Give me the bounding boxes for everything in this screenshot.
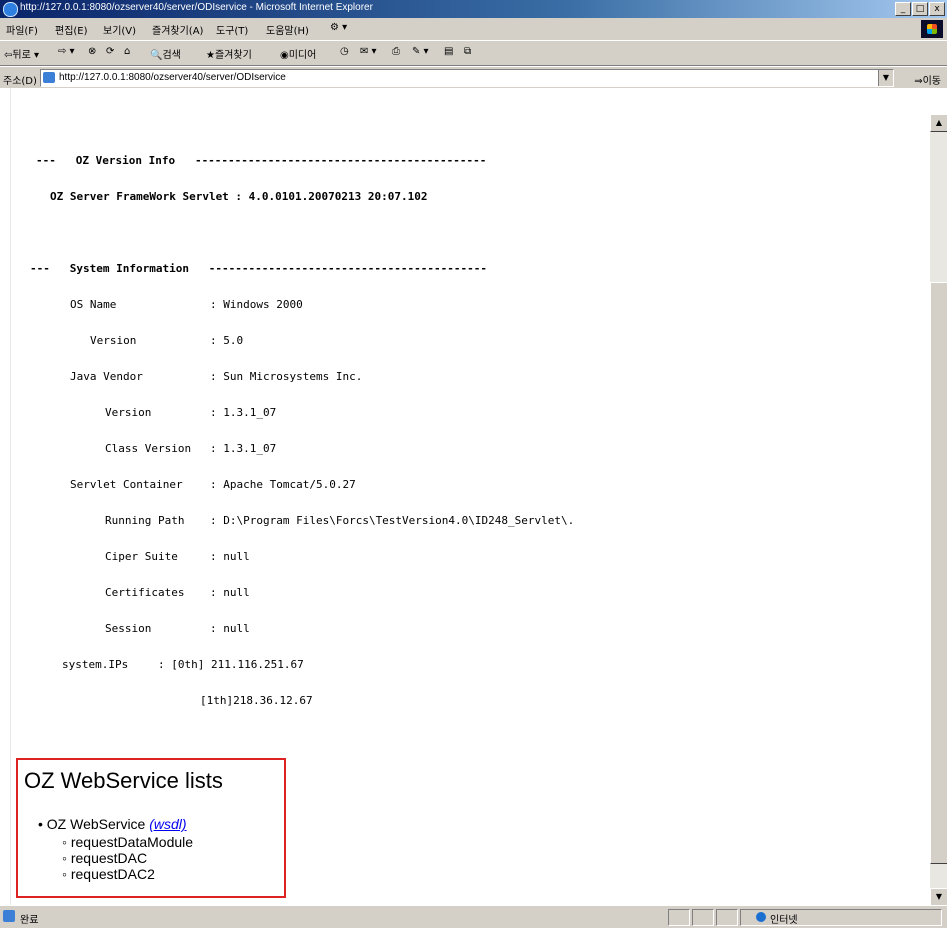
menu-file[interactable]: 파일(F) bbox=[6, 22, 38, 37]
sys-label-certificates: Certificates bbox=[105, 586, 185, 599]
title-bar: http://127.0.0.1:8080/ozserver40/server/… bbox=[0, 0, 947, 18]
bullet-circle-icon: ◦ bbox=[62, 850, 71, 866]
refresh-icon[interactable]: ⟳ bbox=[106, 46, 114, 57]
sys-value-ip-0: : [0th] 211.116.251.67 bbox=[158, 658, 304, 671]
status-text: 완료 bbox=[20, 915, 39, 926]
webservice-list-title: OZ WebService lists bbox=[24, 768, 223, 793]
discuss-icon[interactable]: ▤ bbox=[444, 46, 453, 57]
messenger-icon[interactable]: ⧉ bbox=[464, 46, 471, 57]
address-label: 주소(D) bbox=[3, 76, 37, 87]
favorites-button[interactable]: ★즐겨찾기 bbox=[206, 46, 252, 61]
sys-label-ips: system.IPs bbox=[62, 658, 129, 671]
minimize-button[interactable]: _ bbox=[895, 2, 911, 16]
toolbar-extra-icon[interactable]: ⚙ ▾ bbox=[330, 22, 347, 33]
address-bar: 주소(D) http://127.0.0.1:8080/ozserver40/s… bbox=[0, 66, 947, 90]
wsdl-link[interactable]: (wsdl) bbox=[149, 816, 186, 832]
status-pane bbox=[692, 909, 714, 926]
sys-label-os-version: Version bbox=[90, 334, 137, 347]
media-button[interactable]: ◉미디어 bbox=[280, 46, 316, 61]
vertical-scrollbar[interactable]: ▲ ▼ bbox=[930, 114, 947, 906]
method-item-request-dac2: ◦ requestDAC2 bbox=[62, 866, 155, 882]
sys-label-java-version: Version bbox=[105, 406, 152, 419]
address-url[interactable]: http://127.0.0.1:8080/ozserver40/server/… bbox=[59, 72, 286, 83]
home-icon[interactable]: ⌂ bbox=[124, 46, 130, 57]
maximize-button[interactable]: □ bbox=[912, 2, 928, 16]
print-icon[interactable]: ⎙ bbox=[392, 46, 400, 57]
window-controls: _ □ x bbox=[895, 2, 945, 16]
sys-value-session: : null bbox=[210, 622, 250, 635]
scroll-thumb[interactable] bbox=[930, 282, 947, 864]
back-button[interactable]: ⇦뒤로 ▾ bbox=[4, 46, 39, 61]
mail-icon[interactable]: ✉ ▾ bbox=[360, 46, 377, 57]
history-icon[interactable]: ◷ bbox=[340, 46, 349, 57]
address-dropdown-icon[interactable]: ▼ bbox=[878, 70, 893, 86]
edit-icon[interactable]: ✎ ▾ bbox=[412, 46, 429, 57]
version-info-header: --- OZ Version Info --------------------… bbox=[36, 154, 487, 167]
webservice-item: • OZ WebService (wsdl) bbox=[38, 816, 187, 832]
status-pane bbox=[716, 909, 738, 926]
sys-value-os-version: : 5.0 bbox=[210, 334, 244, 347]
method-item-request-dac: ◦ requestDAC bbox=[62, 850, 148, 866]
sys-label-session: Session bbox=[105, 622, 152, 635]
bullet-circle-icon: ◦ bbox=[62, 834, 71, 850]
go-button[interactable]: ⇒이동 bbox=[914, 72, 941, 87]
system-info-header: --- System Information -----------------… bbox=[30, 262, 487, 275]
status-bar: 완료 인터넷 bbox=[0, 905, 947, 928]
sys-value-ip-1: [1th]218.36.12.67 bbox=[200, 694, 313, 707]
sys-label-os-name: OS Name bbox=[70, 298, 117, 311]
stop-icon[interactable]: ⊗ bbox=[88, 46, 96, 57]
sys-label-ciper-suite: Ciper Suite bbox=[105, 550, 178, 563]
address-input[interactable]: http://127.0.0.1:8080/ozserver40/server/… bbox=[40, 69, 894, 87]
content-top-margin bbox=[0, 88, 947, 114]
content-left-margin bbox=[0, 88, 11, 905]
internet-zone-icon bbox=[756, 912, 766, 922]
scroll-down-arrow-icon[interactable]: ▼ bbox=[930, 888, 947, 906]
status-pane bbox=[668, 909, 690, 926]
menu-edit[interactable]: 편집(E) bbox=[55, 22, 88, 37]
sys-label-servlet-container: Servlet Container bbox=[70, 478, 183, 491]
toolbar: ⇦뒤로 ▾ ⇨ ▾ ⊗ ⟳ ⌂ 🔍검색 ★즐겨찾기 ◉미디어 ◷ ✉ ▾ ⎙ ✎… bbox=[0, 41, 947, 66]
page-icon bbox=[43, 72, 55, 83]
sys-value-class-version: : 1.3.1_07 bbox=[210, 442, 277, 455]
sys-value-ciper-suite: : null bbox=[210, 550, 250, 563]
sys-label-running-path: Running Path bbox=[105, 514, 185, 527]
close-button[interactable]: x bbox=[929, 2, 945, 16]
scroll-up-arrow-icon[interactable]: ▲ bbox=[930, 114, 947, 132]
webservice-list-box: OZ WebService lists • OZ WebService (wsd… bbox=[16, 758, 286, 898]
menu-bar: 파일(F) 편집(E) 보기(V) 즐겨찾기(A) 도구(T) 도움말(H) ⚙… bbox=[0, 18, 947, 41]
version-info-line: OZ Server FrameWork Servlet : 4.0.0101.2… bbox=[50, 190, 428, 203]
sys-value-running-path: : D:\Program Files\Forcs\TestVersion4.0\… bbox=[210, 514, 575, 527]
forward-button[interactable]: ⇨ ▾ bbox=[58, 46, 75, 57]
ie-icon bbox=[3, 2, 18, 17]
menu-view[interactable]: 보기(V) bbox=[103, 22, 136, 37]
sys-value-os-name: : Windows 2000 bbox=[210, 298, 303, 311]
sys-value-java-version: : 1.3.1_07 bbox=[210, 406, 277, 419]
menu-favorites[interactable]: 즐겨찾기(A) bbox=[152, 22, 203, 37]
search-button[interactable]: 🔍검색 bbox=[150, 46, 181, 61]
sys-value-servlet-container: : Apache Tomcat/5.0.27 bbox=[210, 478, 356, 491]
menu-help[interactable]: 도움말(H) bbox=[266, 22, 309, 37]
window-title: http://127.0.0.1:8080/ozserver40/server/… bbox=[20, 2, 373, 13]
sys-value-java-vendor: : Sun Microsystems Inc. bbox=[210, 370, 363, 383]
windows-logo-icon bbox=[921, 20, 943, 38]
bullet-disc-icon: • bbox=[38, 816, 47, 832]
sys-label-class-version: Class Version bbox=[105, 442, 192, 455]
bullet-circle-icon: ◦ bbox=[62, 866, 71, 882]
page-done-icon bbox=[3, 910, 15, 922]
status-zone-text: 인터넷 bbox=[770, 915, 798, 926]
method-item-request-data-module: ◦ requestDataModule bbox=[62, 834, 194, 850]
sys-label-java-vendor: Java Vendor bbox=[70, 370, 143, 383]
sys-value-certificates: : null bbox=[210, 586, 250, 599]
menu-tools[interactable]: 도구(T) bbox=[216, 22, 248, 37]
